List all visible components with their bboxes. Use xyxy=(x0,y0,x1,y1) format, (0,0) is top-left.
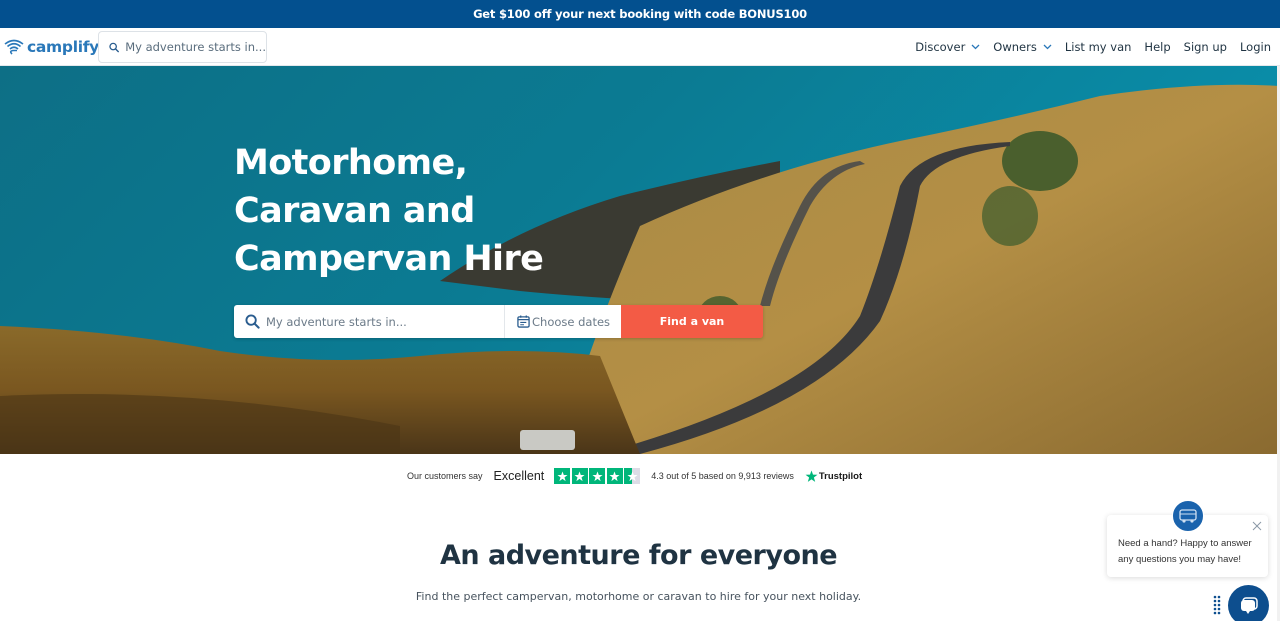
hero-search-bar: My adventure starts in... Choose dates F… xyxy=(234,305,763,338)
chat-message: Need a hand? Happy to answer any questio… xyxy=(1118,538,1252,565)
hero-landscape-image xyxy=(0,66,1280,454)
nav-link-label: Owners xyxy=(993,40,1037,54)
trustpilot-summary: 4.3 out of 5 based on 9,913 reviews xyxy=(651,471,794,481)
star-icon xyxy=(571,468,588,484)
chat-bubble-icon xyxy=(1240,596,1258,614)
nav-link-label: Help xyxy=(1144,40,1171,54)
trustpilot-widget[interactable]: Our customers say Excellent 4.3 out of 5… xyxy=(407,466,862,486)
logo-text: camplify xyxy=(27,38,99,56)
hero-title-line: Motorhome, xyxy=(234,143,468,183)
nav-link-label: Sign up xyxy=(1183,40,1227,54)
nav-link-list-my-van[interactable]: List my van xyxy=(1065,40,1132,54)
nav-search-input[interactable]: My adventure starts in... xyxy=(98,31,267,63)
choose-dates-label: Choose dates xyxy=(532,314,611,329)
star-icon xyxy=(554,468,571,484)
nav-link-label: Discover xyxy=(915,40,966,54)
promo-banner[interactable]: Get $100 off your next booking with code… xyxy=(0,0,1280,28)
search-icon xyxy=(109,42,119,52)
drag-handle-icon[interactable] xyxy=(1213,595,1221,617)
promo-text: Get $100 off your next booking with code… xyxy=(473,7,807,21)
top-nav: camplify My adventure starts in... Disco… xyxy=(0,28,1280,66)
nav-link-login[interactable]: Login xyxy=(1240,40,1271,54)
open-chat-button[interactable] xyxy=(1228,585,1269,621)
half-star-icon xyxy=(624,468,641,484)
nav-search-placeholder: My adventure starts in... xyxy=(125,40,266,54)
trustpilot-rating-word: Excellent xyxy=(493,469,545,483)
star-icon xyxy=(606,468,623,484)
wifi-van-logo-icon xyxy=(4,39,24,55)
location-placeholder: My adventure starts in... xyxy=(266,314,407,329)
nav-link-discover[interactable]: Discover xyxy=(915,40,980,54)
choose-dates-button[interactable]: Choose dates xyxy=(504,305,621,338)
chevron-down-icon xyxy=(971,44,980,50)
section-title: An adventure for everyone xyxy=(439,540,838,571)
location-search-input[interactable]: My adventure starts in... xyxy=(234,305,504,338)
section-subtitle: Find the perfect campervan, motorhome or… xyxy=(415,590,862,603)
nav-link-owners[interactable]: Owners xyxy=(993,40,1052,54)
nav-link-label: Login xyxy=(1239,40,1271,54)
nav-link-label: List my van xyxy=(1064,40,1132,54)
trustpilot-prefix: Our customers say xyxy=(407,471,483,481)
trustpilot-brand[interactable]: Trustpilot xyxy=(805,470,862,483)
hero-title-line: Campervan Hire xyxy=(234,239,544,279)
find-a-van-button[interactable]: Find a van xyxy=(621,305,763,338)
search-icon xyxy=(245,314,260,329)
hero-title: Motorhome, Caravan and Campervan Hire xyxy=(234,139,544,283)
trustpilot-brand-label: Trustpilot xyxy=(818,470,863,482)
chat-agent-avatar xyxy=(1172,500,1204,532)
hero-section: Motorhome, Caravan and Campervan Hire My… xyxy=(0,66,1280,454)
camplify-logo[interactable]: camplify xyxy=(3,37,99,57)
trustpilot-star-icon xyxy=(805,470,818,482)
calendar-icon xyxy=(517,315,530,328)
chevron-down-icon xyxy=(1043,44,1052,50)
close-icon[interactable] xyxy=(1252,521,1262,531)
nav-link-sign-up[interactable]: Sign up xyxy=(1184,40,1227,54)
van-icon xyxy=(1179,509,1197,523)
nav-link-help[interactable]: Help xyxy=(1144,40,1170,54)
trustpilot-stars xyxy=(554,468,641,484)
nav-links: Discover Owners List my van Help Sign up… xyxy=(902,28,1271,66)
star-icon xyxy=(589,468,606,484)
hero-title-line: Caravan and xyxy=(234,191,475,231)
